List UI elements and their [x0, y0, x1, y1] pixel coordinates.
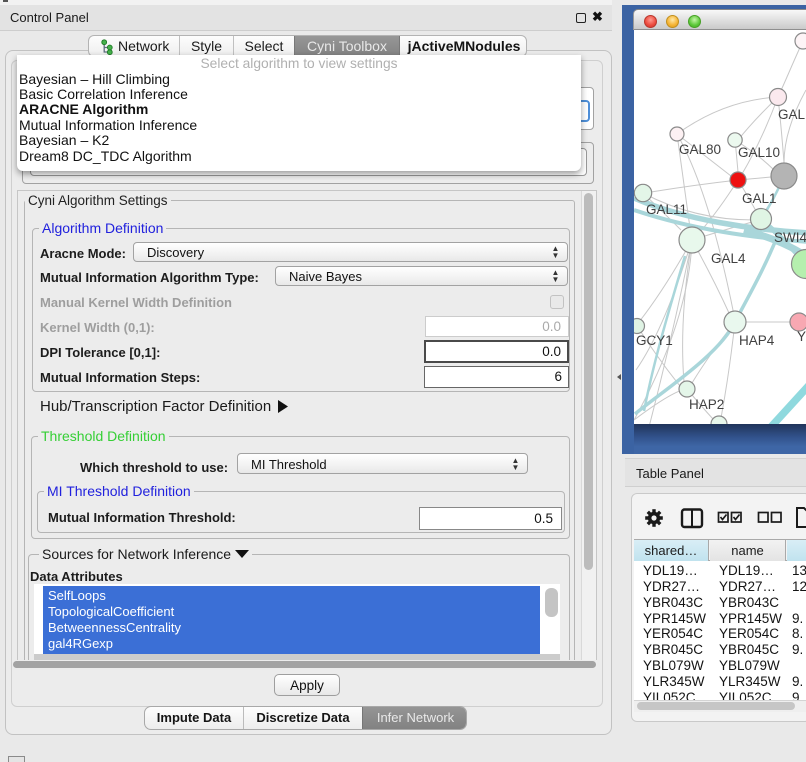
svg-text:HAP2: HAP2 — [689, 397, 724, 412]
svg-text:GAL11: GAL11 — [646, 202, 687, 217]
svg-text:GAL1: GAL1 — [742, 191, 777, 206]
svg-text:GAL4: GAL4 — [711, 251, 746, 266]
svg-text:HAP4: HAP4 — [739, 333, 775, 348]
svg-text:GAL80: GAL80 — [679, 142, 721, 157]
svg-text:GAL10: GAL10 — [738, 145, 780, 160]
svg-text:GAL: GAL — [778, 107, 806, 122]
svg-text:Y: Y — [797, 329, 806, 344]
svg-text:SWI4: SWI4 — [774, 230, 806, 245]
svg-text:GCY1: GCY1 — [636, 333, 673, 348]
